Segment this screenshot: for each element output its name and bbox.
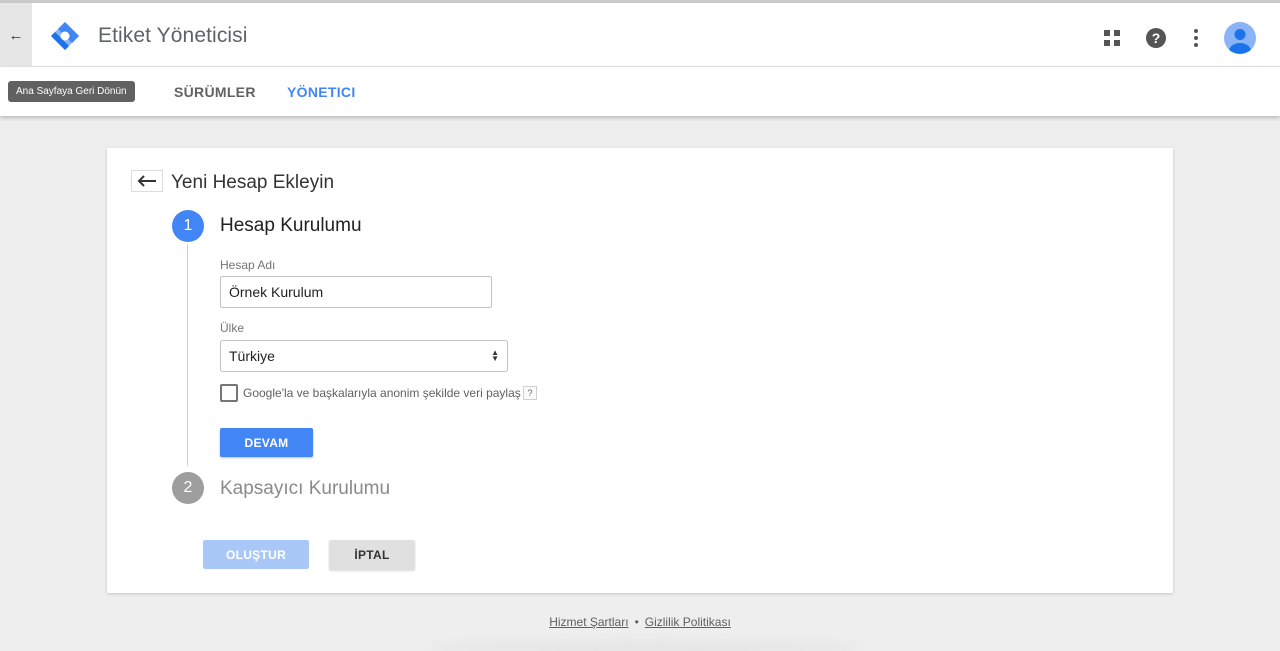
card-title: Yeni Hesap Ekleyin	[171, 172, 335, 193]
create-button[interactable]: OLUŞTUR	[203, 540, 309, 569]
more-vert-icon[interactable]	[1188, 27, 1204, 49]
country-select-value: Türkiye	[229, 348, 275, 364]
top-app-bar: ← Etiket Yöneticisi ?	[0, 0, 1280, 67]
country-label: Ülke	[220, 321, 245, 335]
tab-admin[interactable]: YÖNETICI	[287, 84, 356, 100]
tag-manager-logo	[51, 22, 79, 50]
account-avatar-icon[interactable]	[1224, 22, 1256, 54]
step1-number: 1	[172, 210, 204, 242]
back-tooltip: Ana Sayfaya Geri Dönün	[8, 81, 135, 102]
share-data-checkbox[interactable]	[220, 384, 238, 402]
tab-bar: SÜRÜMLER YÖNETICI	[0, 67, 1280, 116]
new-account-card: Yeni Hesap Ekleyin 1 Hesap Kurulumu Hesa…	[107, 148, 1173, 593]
account-name-input[interactable]	[220, 276, 492, 308]
terms-link[interactable]: Hizmet Şartları	[549, 615, 628, 629]
cancel-button[interactable]: İPTAL	[329, 540, 415, 570]
step1-title: Hesap Kurulumu	[220, 215, 362, 236]
back-arrow-icon[interactable]: ←	[0, 3, 32, 67]
continue-button[interactable]: DEVAM	[220, 428, 313, 457]
help-icon[interactable]: ?	[1145, 27, 1167, 49]
card-back-button[interactable]	[131, 170, 163, 192]
country-select[interactable]: Türkiye ▲ ▼	[220, 340, 508, 372]
return-arrow-icon	[137, 175, 156, 187]
footer: Hizmet Şartları • Gizlilik Politikası	[0, 615, 1280, 629]
svg-text:?: ?	[1152, 30, 1161, 46]
step-connector-line	[187, 244, 188, 466]
select-arrows-icon: ▲ ▼	[491, 348, 499, 363]
share-data-label: Google'la ve başkalarıyla anonim şekilde…	[243, 386, 521, 400]
step2-title: Kapsayıcı Kurulumu	[220, 478, 391, 499]
account-name-label: Hesap Adı	[220, 258, 276, 272]
bottom-shadow	[430, 642, 860, 651]
tab-versions[interactable]: SÜRÜMLER	[174, 84, 256, 100]
step2-number: 2	[172, 472, 204, 504]
privacy-link[interactable]: Gizlilik Politikası	[645, 615, 731, 629]
app-title: Etiket Yöneticisi	[98, 24, 248, 47]
apps-grid-icon[interactable]	[1104, 30, 1120, 46]
footer-separator: •	[634, 615, 639, 629]
help-question-icon[interactable]: ?	[523, 386, 537, 400]
